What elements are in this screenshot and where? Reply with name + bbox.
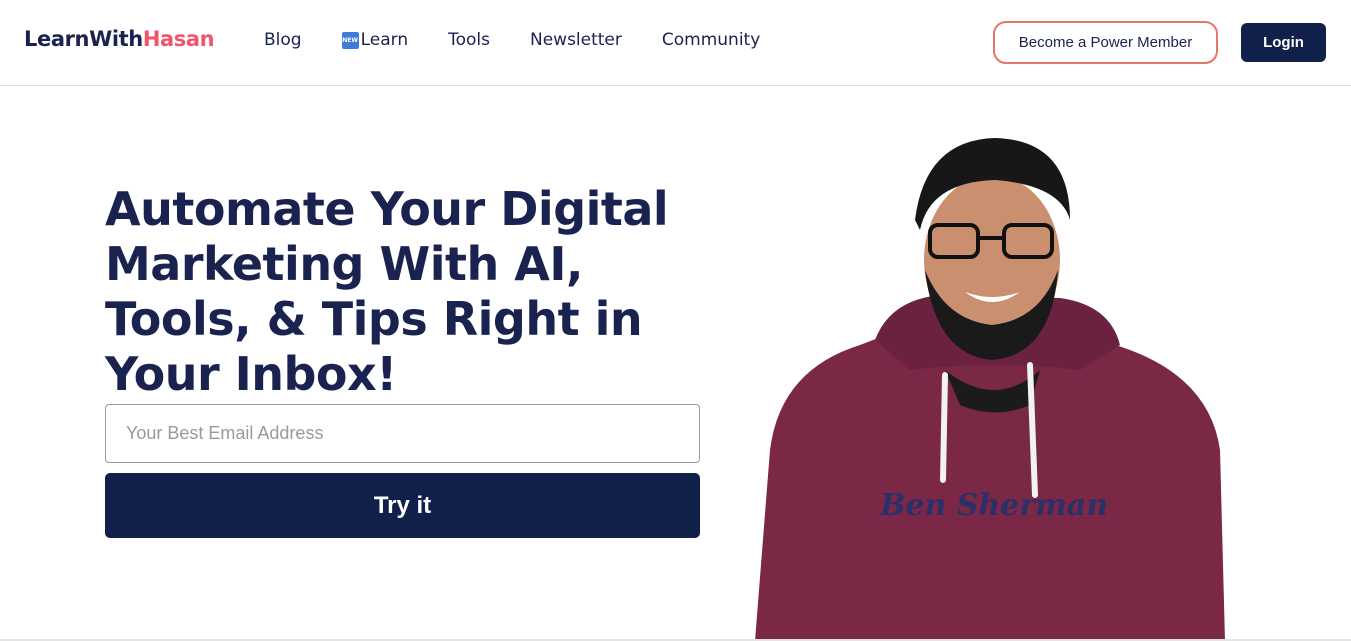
nav-item-blog[interactable]: Blog [264, 30, 302, 50]
try-it-button[interactable]: Try it [105, 473, 700, 538]
nav-item-label: Community [661, 30, 761, 50]
nav-item-newsletter[interactable]: Newsletter [530, 30, 622, 50]
login-button[interactable]: Login [1241, 23, 1326, 62]
site-logo[interactable]: LearnWithHasan [24, 27, 215, 51]
nav-item-learn[interactable]: NEW Learn [341, 30, 409, 50]
logo-text-main: LearnWith [24, 27, 143, 51]
email-input[interactable] [105, 404, 700, 463]
nav-item-community[interactable]: Community [662, 30, 760, 50]
hero-headline: Automate Your Digital Marketing With AI,… [105, 182, 669, 401]
become-power-member-button[interactable]: Become a Power Member [993, 21, 1218, 64]
nav-item-label: Newsletter [529, 30, 622, 50]
nav-item-tools[interactable]: Tools [448, 30, 490, 50]
main-nav: Blog NEW Learn Tools Newsletter Communit… [264, 30, 800, 50]
logo-text-accent: Hasan [142, 27, 215, 51]
hoodie-brand-text: Ben Sherman [879, 488, 1108, 523]
nav-item-label: Learn [360, 30, 409, 50]
hero-portrait: Ben Sherman [755, 138, 1225, 641]
nav-item-label: Blog [264, 30, 302, 50]
nav-item-label: Tools [448, 30, 490, 50]
site-header: LearnWithHasan Blog NEW Learn Tools News… [0, 0, 1351, 86]
new-badge-icon: NEW [341, 31, 359, 49]
